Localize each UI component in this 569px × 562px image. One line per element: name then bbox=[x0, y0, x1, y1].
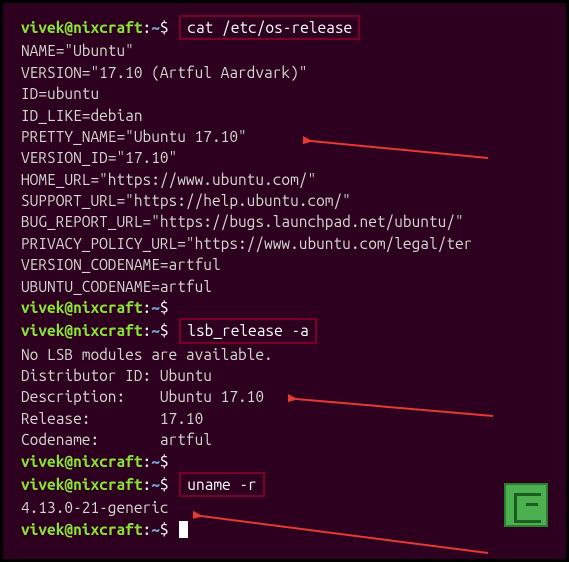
prompt-path: ~ bbox=[151, 19, 160, 36]
prompt-line-2: vivek@nixcraft:~$ bbox=[21, 297, 558, 318]
output-line: 4.13.0-21-generic bbox=[21, 497, 558, 518]
prompt-line-4: vivek@nixcraft:~$ bbox=[21, 451, 558, 472]
command-3: uname -r bbox=[187, 476, 256, 493]
prompt-user: vivek bbox=[21, 19, 64, 36]
output-line: VERSION="17.10 (Artful Aardvark)" bbox=[21, 62, 558, 83]
output-line: VERSION_CODENAME=artful bbox=[21, 254, 558, 275]
output-line: ID_LIKE=debian bbox=[21, 105, 558, 126]
output-line: SUPPORT_URL="https://help.ubuntu.com/" bbox=[21, 190, 558, 211]
output-line: ID=ubuntu bbox=[21, 83, 558, 104]
command-box-1: cat /etc/os-release bbox=[179, 15, 360, 40]
output-line: Codename: artful bbox=[21, 429, 558, 450]
output-line: Description: Ubuntu 17.10 bbox=[21, 386, 558, 407]
output-line: Release: 17.10 bbox=[21, 408, 558, 429]
prompt-line-5: vivek@nixcraft:~$ uname -r bbox=[21, 472, 558, 497]
prompt-line-1: vivek@nixcraft:~$ cat /etc/os-release bbox=[21, 15, 558, 40]
output-line: BUG_REPORT_URL="https://bugs.launchpad.n… bbox=[21, 211, 558, 232]
prompt-host: nixcraft bbox=[73, 19, 142, 36]
terminal-window[interactable]: vivek@nixcraft:~$ cat /etc/os-release NA… bbox=[3, 3, 566, 559]
command-1: cat /etc/os-release bbox=[187, 19, 352, 36]
output-line: NAME="Ubuntu" bbox=[21, 40, 558, 61]
output-line: Distributor ID: Ubuntu bbox=[21, 365, 558, 386]
output-line: VERSION_ID="17.10" bbox=[21, 147, 558, 168]
watermark-logo bbox=[504, 483, 548, 527]
command-box-2: lsb_release -a bbox=[179, 318, 317, 343]
prompt-line-3: vivek@nixcraft:~$ lsb_release -a bbox=[21, 318, 558, 343]
output-line: PRETTY_NAME="Ubuntu 17.10" bbox=[21, 126, 558, 147]
output-line: PRIVACY_POLICY_URL="https://www.ubuntu.c… bbox=[21, 233, 558, 254]
prompt-line-6[interactable]: vivek@nixcraft:~$ bbox=[21, 519, 558, 540]
output-line: No LSB modules are available. bbox=[21, 344, 558, 365]
command-box-3: uname -r bbox=[179, 472, 264, 497]
command-2: lsb_release -a bbox=[187, 322, 309, 339]
logo-glyph-icon bbox=[514, 493, 538, 517]
output-line: UBUNTU_CODENAME=artful bbox=[21, 276, 558, 297]
output-line: HOME_URL="https://www.ubuntu.com/" bbox=[21, 169, 558, 190]
prompt-dollar: $ bbox=[160, 19, 169, 36]
prompt-at: @ bbox=[64, 19, 73, 36]
cursor bbox=[179, 521, 188, 538]
prompt-colon: : bbox=[143, 19, 152, 36]
